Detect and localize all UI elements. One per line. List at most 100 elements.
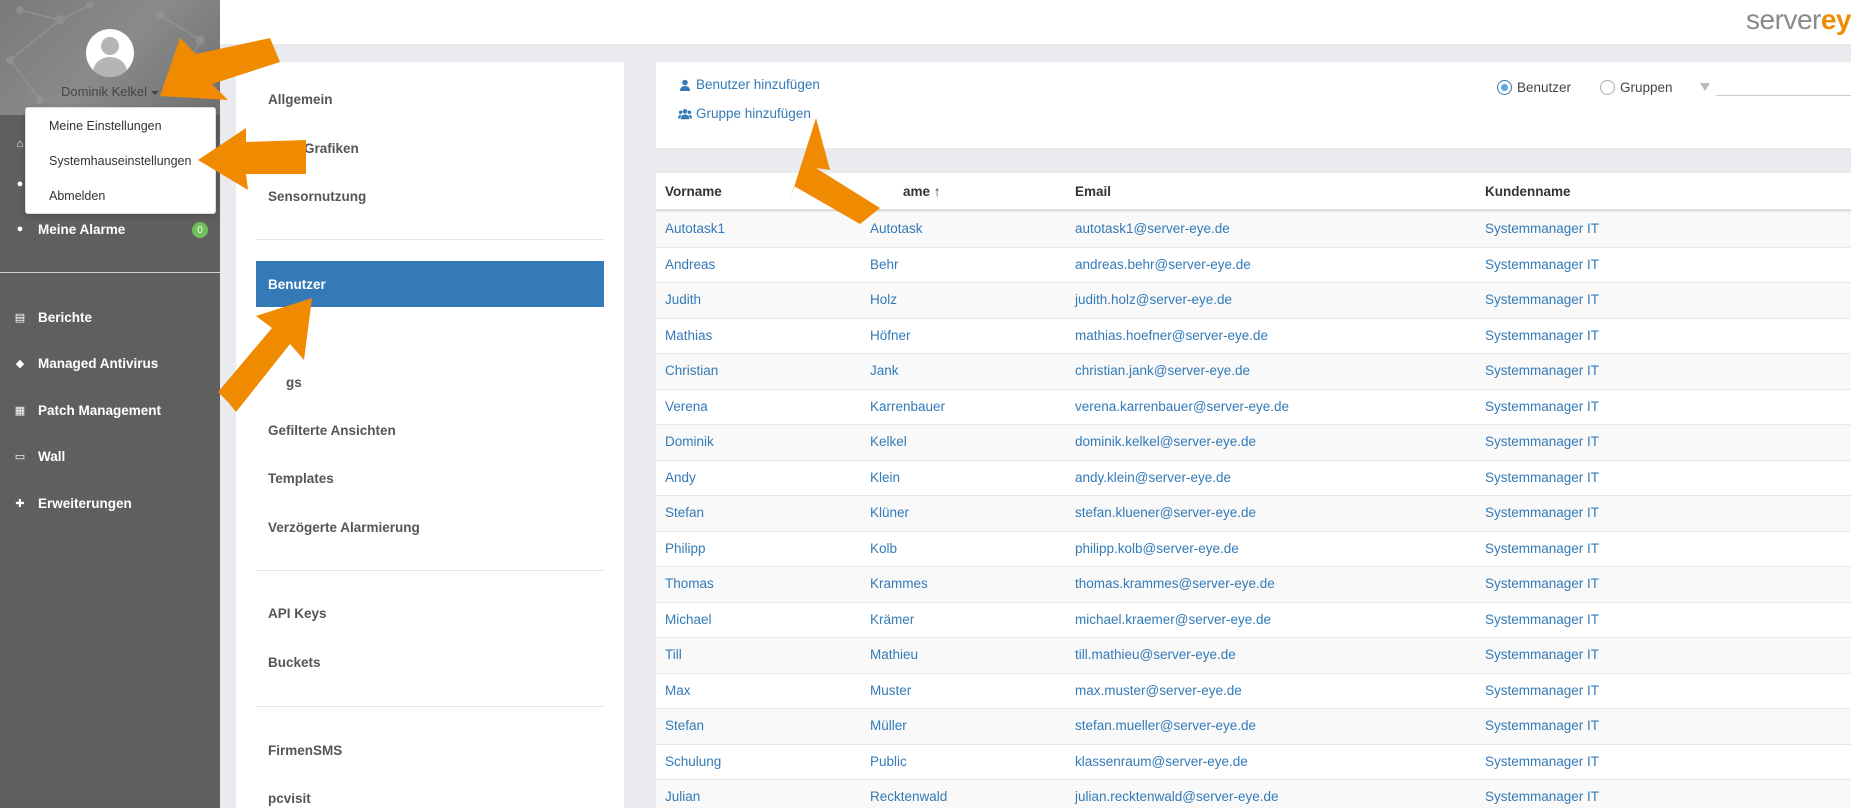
cell-vorname[interactable]: Verena [665, 399, 708, 414]
header-vorname[interactable]: Vorname [665, 184, 722, 199]
cell-nachname[interactable]: Müller [870, 718, 907, 733]
cell-kundenname[interactable]: Systemmanager IT [1485, 363, 1599, 378]
cell-nachname[interactable]: Recktenwald [870, 789, 947, 804]
cell-email[interactable]: stefan.mueller@server-eye.de [1075, 718, 1256, 733]
cell-kundenname[interactable]: Systemmanager IT [1485, 789, 1599, 804]
menu-item-6[interactable]: gs [286, 375, 302, 390]
cell-vorname[interactable]: Christian [665, 363, 718, 378]
table-row[interactable]: Max Muster max.muster@server-eye.de Systemm… [656, 672, 1851, 709]
menu-buckets[interactable]: Buckets [268, 655, 321, 670]
table-row[interactable]: Verena Karrenbauer verena.karrenbauer@serv… [656, 388, 1851, 425]
radio-users-button[interactable] [1497, 80, 1512, 95]
cell-kundenname[interactable]: Systemmanager IT [1485, 434, 1599, 449]
cell-email[interactable]: andy.klein@server-eye.de [1075, 470, 1231, 485]
table-row[interactable]: Michael Krämer michael.kraemer@server-eye.… [656, 601, 1851, 638]
table-row[interactable]: Autotask1 Autotask autotask1@server-eye.de… [656, 211, 1851, 247]
cell-vorname[interactable]: Autotask1 [665, 221, 725, 236]
cell-nachname[interactable]: Public [870, 754, 907, 769]
menu-allgemein[interactable]: Allgemein [268, 92, 333, 107]
cell-nachname[interactable]: Mathieu [870, 647, 918, 662]
table-row[interactable]: Till Mathieu till.mathieu@server-eye.de Sys… [656, 637, 1851, 673]
cell-nachname[interactable]: Krämer [870, 612, 914, 627]
menu-pcvisit[interactable]: pcvisit [268, 791, 311, 806]
menu-item-my-settings[interactable]: Meine Einstellungen [49, 119, 162, 133]
table-row[interactable]: Christian Jank christian.jank@server-eye.d… [656, 353, 1851, 389]
cell-nachname[interactable]: Kelkel [870, 434, 907, 449]
cell-kundenname[interactable]: Systemmanager IT [1485, 647, 1599, 662]
cell-vorname[interactable]: Schulung [665, 754, 721, 769]
cell-nachname[interactable]: Karrenbauer [870, 399, 945, 414]
cell-email[interactable]: thomas.krammes@server-eye.de [1075, 576, 1275, 591]
table-row[interactable]: Julian Recktenwald julian.recktenwald@serv… [656, 779, 1851, 808]
cell-email[interactable]: judith.holz@server-eye.de [1075, 292, 1232, 307]
cell-kundenname[interactable]: Systemmanager IT [1485, 754, 1599, 769]
cell-vorname[interactable]: Philipp [665, 541, 706, 556]
table-row[interactable]: Stefan Klüner stefan.kluener@server-eye.de… [656, 495, 1851, 531]
cell-email[interactable]: stefan.kluener@server-eye.de [1075, 505, 1256, 520]
cell-kundenname[interactable]: Systemmanager IT [1485, 576, 1599, 591]
filter-input[interactable] [1716, 95, 1851, 96]
cell-vorname[interactable]: Dominik [665, 434, 714, 449]
cell-vorname[interactable]: Michael [665, 612, 712, 627]
table-row[interactable]: Thomas Krammes thomas.krammes@server-eye.d… [656, 566, 1851, 602]
header-nachname[interactable]: ame ↑ [903, 184, 941, 199]
table-row[interactable]: Philipp Kolb philipp.kolb@server-eye.de Sys… [656, 530, 1851, 567]
cell-kundenname[interactable]: Systemmanager IT [1485, 505, 1599, 520]
cell-email[interactable]: klassenraum@server-eye.de [1075, 754, 1248, 769]
sidebar-item-patch[interactable]: ▦ Patch Management [0, 392, 220, 428]
menu-grafiken[interactable]: Grafiken [304, 141, 359, 156]
cell-nachname[interactable]: Höfner [870, 328, 911, 343]
cell-kundenname[interactable]: Systemmanager IT [1485, 718, 1599, 733]
menu-api-keys[interactable]: API Keys [268, 606, 327, 621]
cell-vorname[interactable]: Andreas [665, 257, 715, 272]
sidebar-item-berichte[interactable]: ▤ Berichte [0, 299, 220, 335]
cell-nachname[interactable]: Autotask [870, 221, 923, 236]
cell-vorname[interactable]: Julian [665, 789, 700, 804]
cell-email[interactable]: verena.karrenbauer@server-eye.de [1075, 399, 1289, 414]
sidebar-item-alarms[interactable]: ● Meine Alarme 0 [0, 211, 220, 247]
cell-email[interactable]: dominik.kelkel@server-eye.de [1075, 434, 1256, 449]
radio-users[interactable]: Benutzer [1497, 80, 1571, 95]
sidebar-item-wall[interactable]: ▭ Wall [0, 438, 220, 474]
cell-email[interactable]: autotask1@server-eye.de [1075, 221, 1230, 236]
add-user-button[interactable]: Benutzer hinzufügen [678, 77, 820, 92]
cell-vorname[interactable]: Stefan [665, 505, 704, 520]
cell-kundenname[interactable]: Systemmanager IT [1485, 328, 1599, 343]
cell-kundenname[interactable]: Systemmanager IT [1485, 683, 1599, 698]
header-kundenname[interactable]: Kundenname [1485, 184, 1571, 199]
menu-verzoegerte-alarmierung[interactable]: Verzögerte Alarmierung [268, 520, 420, 535]
table-row[interactable]: Judith Holz judith.holz@server-eye.de Syste… [656, 282, 1851, 318]
radio-groups[interactable]: Gruppen [1600, 80, 1673, 95]
menu-item-logout[interactable]: Abmelden [49, 189, 105, 203]
cell-nachname[interactable]: Krammes [870, 576, 928, 591]
cell-kundenname[interactable]: Systemmanager IT [1485, 612, 1599, 627]
menu-item-5[interactable]: n [290, 326, 298, 341]
header-email[interactable]: Email [1075, 184, 1111, 199]
add-group-button[interactable]: Gruppe hinzufügen [678, 106, 811, 121]
menu-firmensms[interactable]: FirmenSMS [268, 743, 342, 758]
cell-nachname[interactable]: Klein [870, 470, 900, 485]
sidebar-item-erweiterungen[interactable]: ✚ Erweiterungen [0, 485, 220, 521]
table-row[interactable]: Mathias Höfner mathias.hoefner@server-eye.… [656, 317, 1851, 354]
cell-kundenname[interactable]: Systemmanager IT [1485, 470, 1599, 485]
radio-groups-button[interactable] [1600, 80, 1615, 95]
cell-nachname[interactable]: Muster [870, 683, 911, 698]
table-row[interactable]: Schulung Public klassenraum@server-eye.de S… [656, 743, 1851, 780]
cell-email[interactable]: michael.kraemer@server-eye.de [1075, 612, 1271, 627]
cell-nachname[interactable]: Behr [870, 257, 899, 272]
cell-nachname[interactable]: Kolb [870, 541, 897, 556]
cell-nachname[interactable]: Jank [870, 363, 899, 378]
cell-kundenname[interactable]: Systemmanager IT [1485, 399, 1599, 414]
menu-benutzer[interactable]: Benutzer [256, 261, 604, 307]
cell-vorname[interactable]: Andy [665, 470, 696, 485]
cell-vorname[interactable]: Max [665, 683, 691, 698]
avatar[interactable] [86, 29, 134, 77]
menu-gefilterte-ansichten[interactable]: Gefilterte Ansichten [268, 423, 396, 438]
cell-nachname[interactable]: Holz [870, 292, 897, 307]
server-eye-logo[interactable]: serverey [1746, 4, 1851, 36]
cell-nachname[interactable]: Klüner [870, 505, 909, 520]
table-row[interactable]: Dominik Kelkel dominik.kelkel@server-eye.d… [656, 424, 1851, 460]
sidebar-item-antivirus[interactable]: ◆ Managed Antivirus [0, 345, 220, 381]
cell-kundenname[interactable]: Systemmanager IT [1485, 292, 1599, 307]
cell-email[interactable]: julian.recktenwald@server-eye.de [1075, 789, 1279, 804]
